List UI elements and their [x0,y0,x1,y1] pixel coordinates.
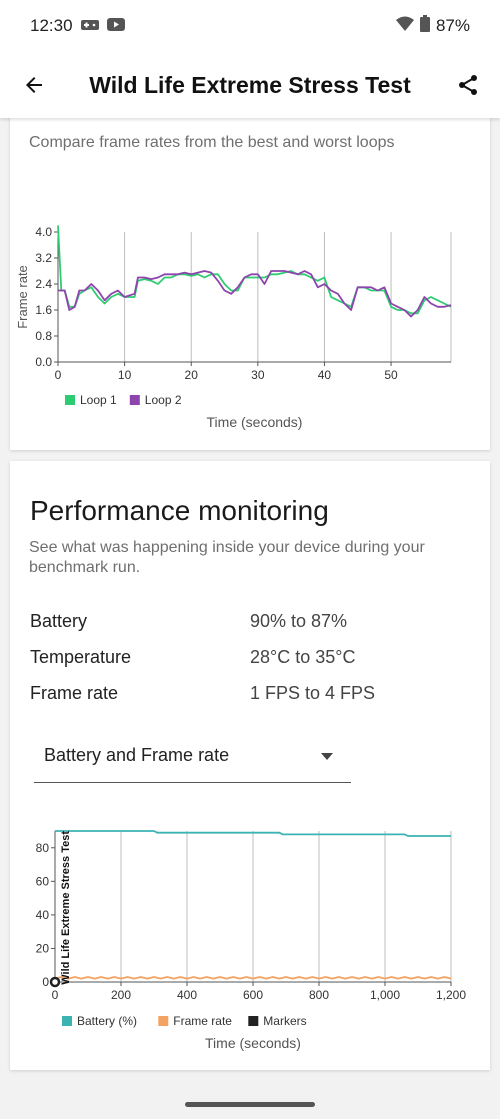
dropdown-selected-value: Battery and Frame rate [44,745,230,765]
framerate-label: Frame rate [30,683,119,703]
arrow-left-icon [26,77,42,93]
page-title: Wild Life Extreme Stress Test [89,72,411,98]
x-tick-label: 800 [309,988,329,1002]
x-axis-label: Time (seconds) [205,1035,301,1051]
y-axis-label: Frame rate [15,265,30,329]
y-tick-label: 60 [36,874,50,888]
y-tick-label: 4.0 [35,225,52,239]
y-tick-label: 80 [36,841,50,855]
battery-value: 90% to 87% [250,611,348,631]
battery-label: Battery [30,611,88,631]
subtitle-line-1: See what was happening inside your devic… [29,539,425,556]
legend-label: Loop 2 [145,393,182,407]
gamepad-icon [80,16,99,36]
temperature-label: Temperature [30,647,132,667]
x-tick-label: 10 [118,368,132,382]
gesture-nav-handle[interactable] [185,1102,315,1107]
legend-swatch [62,1016,72,1026]
share-button[interactable] [452,69,484,101]
chart-vertical-title: Wild Life Extreme Stress Test [60,831,72,985]
x-tick-label: 20 [185,368,199,382]
x-tick-label: 200 [111,988,131,1002]
section-title: Performance monitoring [30,495,329,526]
back-button[interactable] [18,69,50,101]
x-tick-label: 600 [243,988,263,1002]
x-tick-label: 50 [384,368,398,382]
x-tick-label: 400 [177,988,197,1002]
x-tick-label: 1,200 [436,988,466,1002]
performance-monitoring-card: Performance monitoring See what was happ… [10,461,490,1070]
x-tick-label: 40 [318,368,332,382]
legend-label: Battery (%) [77,1014,137,1028]
x-axis-label: Time (seconds) [207,414,303,430]
y-tick-label: 0.8 [35,329,52,343]
legend-swatch [65,395,75,405]
y-tick-label: 40 [36,908,50,922]
x-tick-label: 0 [52,988,59,1002]
battery-percent: 87% [435,16,470,35]
x-tick-label: 30 [251,368,265,382]
x-tick-label: 0 [55,368,62,382]
y-tick-label: 1.6 [35,303,52,317]
series-line [57,225,452,315]
status-right: 87% [395,15,470,37]
legend-swatch [129,395,140,405]
chevron-down-icon [321,753,333,760]
status-bar: 12:30 87% [0,0,500,52]
loop-comparison-card: Compare frame rates from the best and wo… [10,100,490,450]
y-tick-label: 3.2 [35,251,52,265]
marker-point [49,976,61,988]
app-bar: Wild Life Extreme Stress Test [0,52,500,118]
section-subtitle: See what was happening inside your devic… [29,538,425,578]
share-icon [459,75,477,95]
status-time: 12:30 [30,16,73,35]
legend-swatch [158,1016,169,1026]
battery-icon [419,15,430,37]
wifi-icon [395,16,414,37]
performance-chart: 0204060800 200 400 600 800 1,000 1,200Wild Lif… [36,830,466,1051]
legend-label: Markers [263,1014,306,1028]
y-tick-label: 2.4 [35,277,52,291]
x-tick-label: 1,000 [370,988,400,1002]
y-tick-label: 0 [42,975,49,989]
framerate-value: 1 FPS to 4 FPS [250,683,376,703]
metric-dropdown[interactable]: Battery and Frame rate [34,731,351,783]
legend-label: Loop 1 [80,393,117,407]
legend-swatch [248,1016,259,1026]
youtube-icon [106,16,125,36]
status-left: 12:30 [30,16,125,36]
loop-frame-rate-chart: 0.0 0.8 1.6 2.4 3.2 4.0 0 10 20 30 40 50 Frame rate L… [15,225,452,430]
temperature-value: 28°C to 35°C [250,647,356,667]
legend-label: Frame rate [173,1014,232,1028]
y-tick-label: 0.0 [35,355,52,369]
y-tick-label: 20 [36,941,50,955]
subtitle-line-2: benchmark run. [29,559,141,576]
